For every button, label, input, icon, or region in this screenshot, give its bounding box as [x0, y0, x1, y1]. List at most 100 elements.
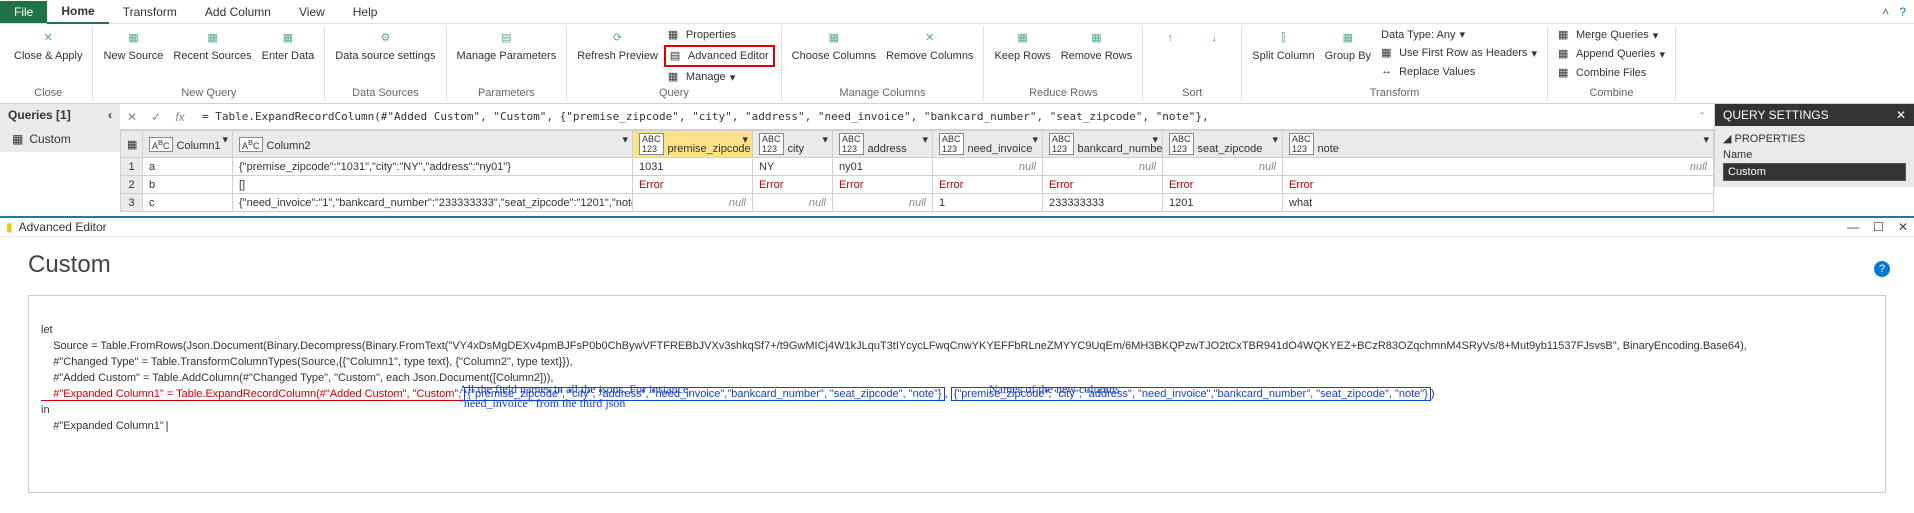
- new-source-button[interactable]: ▦New Source: [99, 26, 167, 64]
- group-transform: Transform: [1362, 87, 1428, 101]
- tab-view[interactable]: View: [285, 1, 339, 23]
- tab-help[interactable]: Help: [339, 1, 392, 23]
- filter-icon[interactable]: ▾: [922, 133, 928, 146]
- recent-sources-button[interactable]: ▦Recent Sources: [169, 26, 255, 64]
- group-parameters: Parameters: [470, 87, 543, 101]
- choose-columns-button[interactable]: ▦Choose Columns: [788, 26, 880, 64]
- code-editor[interactable]: let Source = Table.FromRows(Json.Documen…: [28, 295, 1886, 493]
- col-address[interactable]: ABC123address▾: [833, 131, 933, 158]
- replace-values-button[interactable]: ↔Replace Values: [1377, 63, 1541, 81]
- col-premise-zipcode[interactable]: ABC123premise_zipcode▾: [633, 131, 753, 158]
- remove-rows-icon: ▦: [1086, 28, 1106, 48]
- formula-bar: ✕ ✓ fx = Table.ExpandRecordColumn(#"Adde…: [120, 104, 1714, 130]
- remove-rows-button[interactable]: ▦Remove Rows: [1057, 26, 1137, 64]
- properties-icon: ▦: [668, 28, 682, 42]
- data-type-button[interactable]: Data Type: Any ▾: [1377, 26, 1541, 43]
- table-icon: ▦: [12, 132, 23, 146]
- sort-desc-icon: ↓: [1204, 28, 1224, 48]
- manage-icon: ▦: [668, 70, 682, 84]
- window-maximize[interactable]: ☐: [1873, 220, 1884, 234]
- queries-pane: Queries [1]‹ ▦Custom: [0, 104, 120, 152]
- merge-queries-button[interactable]: ▦Merge Queries ▾: [1554, 26, 1669, 44]
- group-by-button[interactable]: ▦Group By: [1321, 26, 1375, 64]
- close-apply-icon: ✕: [38, 28, 58, 48]
- close-icon[interactable]: ✕: [1896, 108, 1906, 122]
- filter-icon[interactable]: ▾: [622, 133, 628, 146]
- col-seat-zipcode[interactable]: ABC123seat_zipcode▾: [1163, 131, 1283, 158]
- col-need-invoice[interactable]: ABC123need_invoice▾: [933, 131, 1043, 158]
- refresh-preview-button[interactable]: ⟳Refresh Preview: [573, 26, 662, 64]
- col-note[interactable]: ABC123note▾: [1283, 131, 1714, 158]
- advanced-editor-button[interactable]: ▤Advanced Editor: [664, 45, 775, 67]
- filter-icon[interactable]: ▾: [222, 133, 228, 146]
- first-row-headers-button[interactable]: ▦Use First Row as Headers ▾: [1377, 44, 1541, 62]
- grid-corner[interactable]: ▦: [121, 131, 143, 158]
- group-icon: ▦: [1338, 28, 1358, 48]
- help-icon[interactable]: ?: [1899, 5, 1906, 19]
- col-column1[interactable]: ABCColumn1▾: [143, 131, 233, 158]
- sort-desc-button[interactable]: ↓: [1193, 26, 1235, 50]
- col-column2[interactable]: ABCColumn2▾: [233, 131, 633, 158]
- group-manage-columns: Manage Columns: [831, 87, 933, 101]
- ribbon: ✕Close & Apply Close ▦New Source ▦Recent…: [0, 24, 1914, 104]
- new-source-icon: ▦: [123, 28, 143, 48]
- filter-icon[interactable]: ▾: [1703, 133, 1709, 146]
- data-source-settings-button[interactable]: ⚙Data source settings: [331, 26, 439, 64]
- table-row[interactable]: 1a{"premise_zipcode":"1031","city":"NY",…: [121, 158, 1714, 176]
- manage-button[interactable]: ▦Manage ▾: [664, 68, 775, 86]
- help-icon[interactable]: ?: [1874, 261, 1890, 277]
- table-row[interactable]: 2b[]ErrorErrorErrorErrorErrorErrorError: [121, 176, 1714, 194]
- formula-text[interactable]: = Table.ExpandRecordColumn(#"Added Custo…: [192, 110, 1690, 123]
- formula-commit[interactable]: ✓: [144, 110, 168, 124]
- filter-icon[interactable]: ▾: [822, 133, 828, 146]
- combine-files-button[interactable]: ▦Combine Files: [1554, 64, 1669, 82]
- tab-addcolumn[interactable]: Add Column: [191, 1, 285, 23]
- col-city[interactable]: ABC123city▾: [753, 131, 833, 158]
- queries-header: Queries [1]‹: [0, 104, 120, 126]
- enter-data-icon: ▦: [278, 28, 298, 48]
- headers-icon: ▦: [1381, 46, 1395, 60]
- settings-title: QUERY SETTINGS: [1723, 108, 1829, 122]
- col-bankcard-number[interactable]: ABC123bankcard_number▾: [1043, 131, 1163, 158]
- sort-asc-button[interactable]: ↑: [1149, 26, 1191, 50]
- recent-icon: ▦: [203, 28, 223, 48]
- enter-data-button[interactable]: ▦Enter Data: [258, 26, 319, 64]
- window-close[interactable]: ✕: [1898, 220, 1908, 234]
- query-item[interactable]: ▦Custom: [0, 126, 120, 152]
- tab-home[interactable]: Home: [47, 0, 108, 24]
- tab-transform[interactable]: Transform: [109, 1, 191, 23]
- filter-icon[interactable]: ▾: [742, 133, 748, 146]
- keep-rows-icon: ▦: [1013, 28, 1033, 48]
- properties-heading: ◢ PROPERTIES: [1723, 132, 1906, 145]
- append-icon: ▦: [1558, 47, 1572, 61]
- remove-columns-button[interactable]: ✕Remove Columns: [882, 26, 977, 64]
- ribbon-collapse-icon[interactable]: ˄: [1882, 5, 1889, 19]
- filter-icon[interactable]: ▾: [1152, 133, 1158, 146]
- choose-cols-icon: ▦: [824, 28, 844, 48]
- params-icon: ▤: [496, 28, 516, 48]
- filter-icon[interactable]: ▾: [1032, 133, 1038, 146]
- split-icon: ⫿: [1273, 28, 1293, 48]
- manage-parameters-button[interactable]: ▤Manage Parameters: [453, 26, 561, 64]
- split-column-button[interactable]: ⫿Split Column: [1248, 26, 1318, 64]
- tab-file[interactable]: File: [0, 1, 47, 23]
- append-queries-button[interactable]: ▦Append Queries ▾: [1554, 45, 1669, 63]
- group-combine: Combine: [1581, 87, 1641, 101]
- keep-rows-button[interactable]: ▦Keep Rows: [990, 26, 1054, 64]
- close-apply-button[interactable]: ✕Close & Apply: [10, 26, 86, 64]
- combine-icon: ▦: [1558, 66, 1572, 80]
- window-minimize[interactable]: —: [1847, 220, 1859, 234]
- window-icon: ▮: [6, 220, 13, 234]
- formula-expand[interactable]: ˇ: [1690, 110, 1714, 124]
- filter-icon[interactable]: ▾: [1272, 133, 1278, 146]
- query-name-input[interactable]: [1723, 163, 1906, 181]
- table-row[interactable]: 3c{"need_invoice":"1","bankcard_number":…: [121, 194, 1714, 212]
- editor-heading: Custom: [28, 251, 111, 278]
- group-reduce-rows: Reduce Rows: [1021, 87, 1105, 101]
- gear-icon: ⚙: [375, 28, 395, 48]
- pane-collapse-icon[interactable]: ‹: [108, 108, 112, 122]
- editor-icon: ▤: [670, 49, 684, 63]
- sort-asc-icon: ↑: [1160, 28, 1180, 48]
- properties-button[interactable]: ▦Properties: [664, 26, 775, 44]
- formula-cancel[interactable]: ✕: [120, 110, 144, 124]
